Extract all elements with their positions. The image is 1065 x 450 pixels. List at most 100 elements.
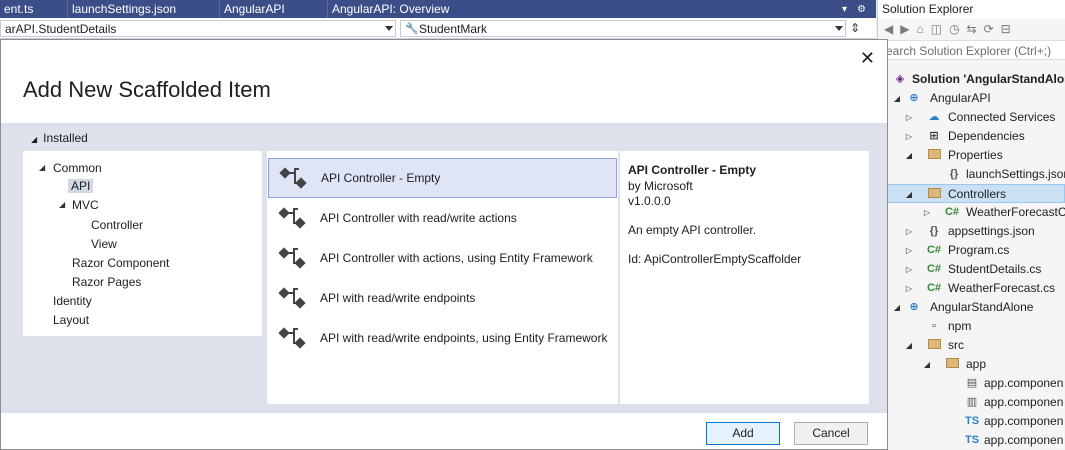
csharp-icon: C#	[926, 282, 942, 294]
solution-explorer-title: Solution Explorer	[878, 0, 1065, 18]
tree-node-solution[interactable]: ◈ Solution 'AngularStandAlone	[878, 70, 1065, 89]
add-scaffolded-item-dialog: ✕ Add New Scaffolded Item ◢ Installed ◢ Co…	[0, 39, 888, 450]
dialog-title: Add New Scaffolded Item	[23, 77, 271, 102]
details-id: Id: ApiControllerEmptyScaffolder	[628, 252, 802, 266]
category-razor-component[interactable]: Razor Component	[72, 256, 169, 270]
chevron-down-icon	[385, 26, 393, 31]
solution-explorer-search[interactable]: earch Solution Explorer (Ctrl+;)	[878, 40, 1065, 60]
type-dropdown[interactable]: arAPI.StudentDetails	[0, 20, 396, 37]
tree-node-angularstandalone[interactable]: ◢ ⊕ AngularStandAlone	[878, 298, 1065, 317]
tree-node-app-component-html[interactable]: ▤ app.componen	[878, 374, 1065, 393]
expanded-icon: ◢	[923, 360, 931, 369]
tree-node-dependencies[interactable]: ▷ ⊞ Dependencies	[878, 127, 1065, 146]
gear-icon[interactable]: ⚙	[857, 4, 866, 15]
member-dropdown[interactable]: 🔧 StudentMark	[400, 20, 846, 37]
scaffold-template-icon	[278, 247, 306, 269]
details-title: API Controller - Empty	[628, 163, 757, 177]
cancel-button[interactable]: Cancel	[794, 422, 868, 445]
css-file-icon: ▥	[966, 396, 978, 408]
collapse-all-icon[interactable]: ⊟	[1001, 22, 1011, 36]
tree-node-app-component-ts[interactable]: TS app.componen	[878, 431, 1065, 450]
csharp-icon: C#	[926, 244, 942, 256]
tree-node-connected-services[interactable]: ▷ ☁ Connected Services	[878, 108, 1065, 127]
csharp-icon: C#	[944, 206, 960, 218]
scaffold-item-api-endpoints[interactable]: API with read/write endpoints	[268, 278, 617, 318]
category-razor-pages[interactable]: Razor Pages	[72, 275, 141, 289]
folder-icon	[926, 336, 942, 355]
collapsed-icon: ▷	[905, 246, 913, 255]
refresh-icon[interactable]: ⟳	[984, 22, 994, 36]
tree-node-launchsettings[interactable]: {} launchSettings.json	[878, 165, 1065, 184]
forward-icon[interactable]: ▶	[900, 22, 909, 36]
category-mvc[interactable]: ◢ MVC	[59, 198, 99, 212]
tree-node-weatherforecast-cs[interactable]: ▷ C# WeatherForecast.cs	[878, 279, 1065, 298]
dependencies-icon: ⊞	[929, 130, 939, 142]
category-common[interactable]: ◢ Common	[39, 161, 102, 175]
scaffold-item-api-controller-read-write[interactable]: API Controller with read/write actions	[268, 198, 617, 238]
collapsed-icon: ▷	[905, 113, 913, 122]
switch-views-icon[interactable]: ◫	[931, 22, 942, 36]
tree-node-controllers[interactable]: ◢ Controllers	[878, 184, 1065, 203]
add-button[interactable]: Add	[706, 422, 780, 445]
expanded-icon: ◢	[893, 94, 901, 103]
scaffold-item-api-controller-empty[interactable]: API Controller - Empty	[268, 158, 617, 198]
tree-node-program-cs[interactable]: ▷ C# Program.cs	[878, 241, 1065, 260]
editor-tab-bar: ent.ts launchSettings.json AngularAPI An…	[0, 0, 876, 18]
scaffold-template-icon	[279, 167, 307, 189]
tree-node-appsettings[interactable]: ▷ {} appsettings.json	[878, 222, 1065, 241]
folder-icon	[926, 185, 942, 204]
home-icon[interactable]: ⌂	[916, 22, 923, 36]
scaffold-template-icon	[278, 327, 306, 349]
tab-bar-tools: ▾ ⚙	[842, 0, 876, 18]
tab-launch-settings[interactable]: launchSettings.json	[68, 0, 220, 18]
folder-icon	[944, 355, 960, 374]
installed-header[interactable]: ◢ Installed	[31, 131, 88, 145]
back-icon[interactable]: ◀	[884, 22, 893, 36]
category-layout[interactable]: Layout	[53, 313, 89, 327]
collapsed-icon: ▷	[905, 265, 913, 274]
collapsed-icon: ▷	[923, 208, 931, 217]
json-file-icon: {}	[949, 168, 959, 180]
dialog-body: ◢ Installed ◢ Common API ◢ MVC Controller V…	[1, 123, 887, 413]
scaffold-template-icon	[278, 207, 306, 229]
tree-node-app-component-css[interactable]: ▥ app.componen	[878, 393, 1065, 412]
tree-node-app[interactable]: ◢ app	[878, 355, 1065, 374]
expanded-icon: ◢	[905, 151, 913, 160]
tab-dropdown-icon[interactable]: ▾	[842, 4, 847, 15]
category-identity[interactable]: Identity	[53, 294, 92, 308]
globe-icon: ⊕	[909, 301, 919, 313]
close-icon[interactable]: ✕	[860, 48, 875, 69]
tree-node-app-component-spec-ts[interactable]: TS app.componen	[878, 412, 1065, 431]
scaffold-item-api-endpoints-ef[interactable]: API with read/write endpoints, using Ent…	[268, 318, 617, 358]
tab-component-ts[interactable]: ent.ts	[0, 0, 68, 18]
tree-node-src[interactable]: ◢ src	[878, 336, 1065, 355]
tree-node-studentdetails-cs[interactable]: ▷ C# StudentDetails.cs	[878, 260, 1065, 279]
history-icon[interactable]: ◷	[949, 22, 959, 36]
chevron-down-icon	[835, 26, 843, 31]
ts-file-icon: TS	[964, 434, 980, 446]
npm-icon: ▫	[932, 320, 936, 332]
solution-icon: ◈	[895, 73, 905, 85]
expanded-icon: ◢	[893, 303, 901, 312]
tree-node-angularapi[interactable]: ◢ ⊕ AngularAPI	[878, 89, 1065, 108]
expanded-icon: ◢	[905, 190, 913, 199]
tree-node-properties[interactable]: ◢ Properties	[878, 146, 1065, 165]
wrench-icon: 🔧	[405, 23, 419, 35]
scaffold-item-api-controller-ef[interactable]: API Controller with actions, using Entit…	[268, 238, 617, 278]
tree-node-weatherforecastcontroller[interactable]: ▷ C# WeatherForecastCo	[878, 203, 1065, 222]
collapsed-icon: ▷	[905, 132, 913, 141]
category-view[interactable]: View	[91, 237, 117, 251]
tab-angular-api-overview[interactable]: AngularAPI: Overview	[328, 0, 528, 18]
solution-explorer: Solution Explorer ◀ ▶ ⌂ ◫ ◷ ⇆ ⟳ ⊟ earch …	[877, 0, 1065, 450]
solution-tree: ◈ Solution 'AngularStandAlone ◢ ⊕ Angula…	[878, 70, 1065, 450]
sync-icon[interactable]: ⇆	[967, 22, 977, 36]
category-api[interactable]: API	[68, 179, 94, 193]
tree-node-npm[interactable]: ▫ npm	[878, 317, 1065, 336]
globe-icon: ⊕	[909, 92, 919, 104]
type-dropdown-value: arAPI.StudentDetails	[5, 22, 117, 36]
member-dropdown-value: StudentMark	[419, 22, 488, 36]
collapsed-icon: ▷	[905, 227, 913, 236]
tab-angular-api[interactable]: AngularAPI	[220, 0, 328, 18]
category-controller[interactable]: Controller	[91, 218, 143, 232]
split-editor-icon[interactable]: ⇕	[850, 21, 860, 35]
